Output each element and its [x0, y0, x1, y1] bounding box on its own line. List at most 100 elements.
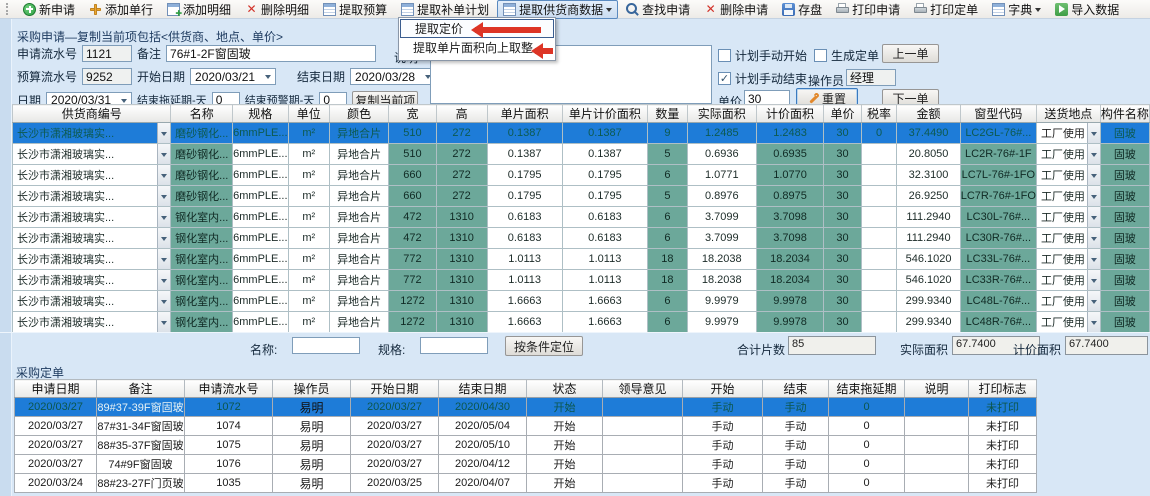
table-cell[interactable]: 1.0113 — [562, 249, 648, 270]
table-cell[interactable]: 2020/05/10 — [439, 436, 527, 455]
dropdown-button[interactable] — [1087, 123, 1100, 143]
table-row[interactable]: 长沙市潇湘玻璃实...钢化室内...6mmPLE...m²异地合片1272131… — [13, 291, 1150, 312]
table-row[interactable]: 长沙市潇湘玻璃实...钢化室内...6mmPLE...m²异地合片4721310… — [13, 207, 1150, 228]
table-cell[interactable] — [861, 186, 897, 207]
table-cell[interactable]: 6 — [648, 228, 687, 249]
table-cell[interactable]: 2020/03/27 — [351, 436, 439, 455]
table-cell[interactable]: 0.6183 — [562, 207, 648, 228]
table-cell[interactable]: 1072 — [185, 398, 273, 417]
table-cell[interactable]: 1310 — [436, 228, 487, 249]
table-cell[interactable]: 1.6663 — [487, 291, 562, 312]
toolbar-button-add-detail[interactable]: 添加明细 — [161, 0, 237, 19]
table-cell[interactable]: LC48R-76#... — [960, 312, 1036, 333]
table-cell[interactable]: 30 — [824, 144, 862, 165]
table-cell[interactable]: 0.6183 — [487, 228, 562, 249]
budget-no-input[interactable] — [82, 68, 132, 85]
table-cell[interactable]: m² — [288, 249, 329, 270]
table-row[interactable]: 长沙市潇湘玻璃实...磨砂钢化...6mmPLE...m²异地合片6602720… — [13, 186, 1150, 207]
table-cell[interactable]: 工厂使用 — [1036, 249, 1100, 270]
table-cell[interactable]: 3.7099 — [687, 207, 756, 228]
table-cell[interactable] — [905, 474, 969, 493]
table-cell[interactable]: LC30L-76#... — [960, 207, 1036, 228]
table-cell[interactable]: 0.6183 — [562, 228, 648, 249]
table-cell[interactable]: 1310 — [436, 270, 487, 291]
table-cell[interactable]: 0.8975 — [756, 186, 823, 207]
filter-spec-input[interactable] — [420, 337, 488, 354]
table-cell[interactable]: 6mmPLE... — [233, 312, 288, 333]
table-cell[interactable] — [905, 455, 969, 474]
dropdown-button[interactable] — [1087, 249, 1100, 269]
table-cell[interactable]: LC7L-76#-1FO — [960, 165, 1036, 186]
table-cell[interactable]: 工厂使用 — [1036, 123, 1100, 144]
table-cell[interactable]: 2020/03/27 — [15, 455, 97, 474]
table-cell[interactable]: 工厂使用 — [1036, 165, 1100, 186]
dropdown-button[interactable] — [157, 165, 170, 185]
table-cell[interactable]: 5 — [648, 144, 687, 165]
table-cell[interactable]: 772 — [389, 270, 436, 291]
dropdown-button[interactable] — [1087, 270, 1100, 290]
table-cell[interactable]: 510 — [389, 144, 436, 165]
table-cell[interactable]: 固玻 — [1100, 123, 1149, 144]
table-cell[interactable]: 钢化室内... — [171, 207, 233, 228]
toolbar-button-extract-budget[interactable]: 提取预算 — [317, 0, 393, 19]
table-cell[interactable]: 30 — [824, 312, 862, 333]
table-cell[interactable]: 手动 — [763, 398, 829, 417]
table-cell[interactable]: 1.0770 — [756, 165, 823, 186]
table-row[interactable]: 长沙市潇湘玻璃实...磨砂钢化...6mmPLE...m²异地合片6602720… — [13, 165, 1150, 186]
request-no-input[interactable] — [82, 45, 132, 62]
table-cell[interactable]: 手动 — [763, 474, 829, 493]
table-cell[interactable]: 异地合片 — [329, 186, 388, 207]
table-cell[interactable]: 手动 — [683, 436, 763, 455]
dropdown-button[interactable] — [157, 228, 170, 248]
table-cell[interactable]: 2020/05/04 — [439, 417, 527, 436]
table-cell[interactable] — [861, 165, 897, 186]
table-cell[interactable]: m² — [288, 144, 329, 165]
table-cell[interactable]: 1.0113 — [487, 270, 562, 291]
table-cell[interactable]: 0 — [829, 436, 905, 455]
table-cell[interactable]: 1310 — [436, 312, 487, 333]
table-cell[interactable]: 长沙市潇湘玻璃实... — [13, 270, 171, 291]
table-cell[interactable]: 1310 — [436, 207, 487, 228]
table-cell[interactable]: 0.1387 — [487, 144, 562, 165]
table-cell[interactable] — [861, 228, 897, 249]
table-cell[interactable]: 18.2038 — [687, 249, 756, 270]
table-cell[interactable]: 异地合片 — [329, 207, 388, 228]
table-cell[interactable]: 手动 — [683, 398, 763, 417]
table-cell[interactable]: 0.1387 — [487, 123, 562, 144]
table-cell[interactable]: 18.2034 — [756, 249, 823, 270]
table-cell[interactable]: 660 — [389, 186, 436, 207]
table-cell[interactable]: 1.6663 — [562, 312, 648, 333]
table-cell[interactable]: 30 — [824, 207, 862, 228]
table-cell[interactable]: 510 — [389, 123, 436, 144]
table-cell[interactable]: 手动 — [763, 455, 829, 474]
table-cell[interactable]: 工厂使用 — [1036, 207, 1100, 228]
table-cell[interactable]: 2020/03/27 — [351, 455, 439, 474]
table-cell[interactable]: 1.6663 — [487, 312, 562, 333]
toolbar-button-new-request[interactable]: 新申请 — [17, 0, 81, 19]
table-row[interactable]: 2020/03/2774#9F窗固玻1076易明2020/03/272020/0… — [15, 455, 1037, 474]
table-cell[interactable]: 固玻 — [1100, 207, 1149, 228]
table-cell[interactable]: 未打印 — [969, 455, 1037, 474]
table-cell[interactable]: 长沙市潇湘玻璃实... — [13, 144, 171, 165]
table-cell[interactable]: LC7R-76#-1FO — [960, 186, 1036, 207]
table-cell[interactable]: LC33L-76#... — [960, 249, 1036, 270]
manual-end-checkbox[interactable]: 计划手动结束 — [718, 70, 807, 87]
table-cell[interactable]: 1310 — [436, 291, 487, 312]
table-cell[interactable]: 固玻 — [1100, 249, 1149, 270]
table-cell[interactable]: 2020/03/27 — [15, 436, 97, 455]
table-cell[interactable]: 0.1795 — [487, 165, 562, 186]
toolbar-button-dictionary[interactable]: 字典 — [986, 0, 1047, 19]
table-cell[interactable]: 钢化室内... — [171, 291, 233, 312]
table-row[interactable]: 长沙市潇湘玻璃实...磨砂钢化...6mmPLE...m²异地合片5102720… — [13, 144, 1150, 165]
toolbar-gripper[interactable] — [6, 3, 11, 15]
table-cell[interactable]: 30 — [824, 186, 862, 207]
table-cell[interactable]: 18 — [648, 270, 687, 291]
table-cell[interactable]: 开始 — [527, 398, 603, 417]
manual-start-checkbox[interactable]: 计划手动开始 — [718, 47, 807, 64]
table-cell[interactable]: 2020/03/27 — [15, 398, 97, 417]
table-cell[interactable]: 6 — [648, 165, 687, 186]
table-cell[interactable]: 6mmPLE... — [233, 123, 288, 144]
table-cell[interactable]: 异地合片 — [329, 228, 388, 249]
table-cell[interactable]: 2020/04/07 — [439, 474, 527, 493]
table-cell[interactable]: 30 — [824, 165, 862, 186]
